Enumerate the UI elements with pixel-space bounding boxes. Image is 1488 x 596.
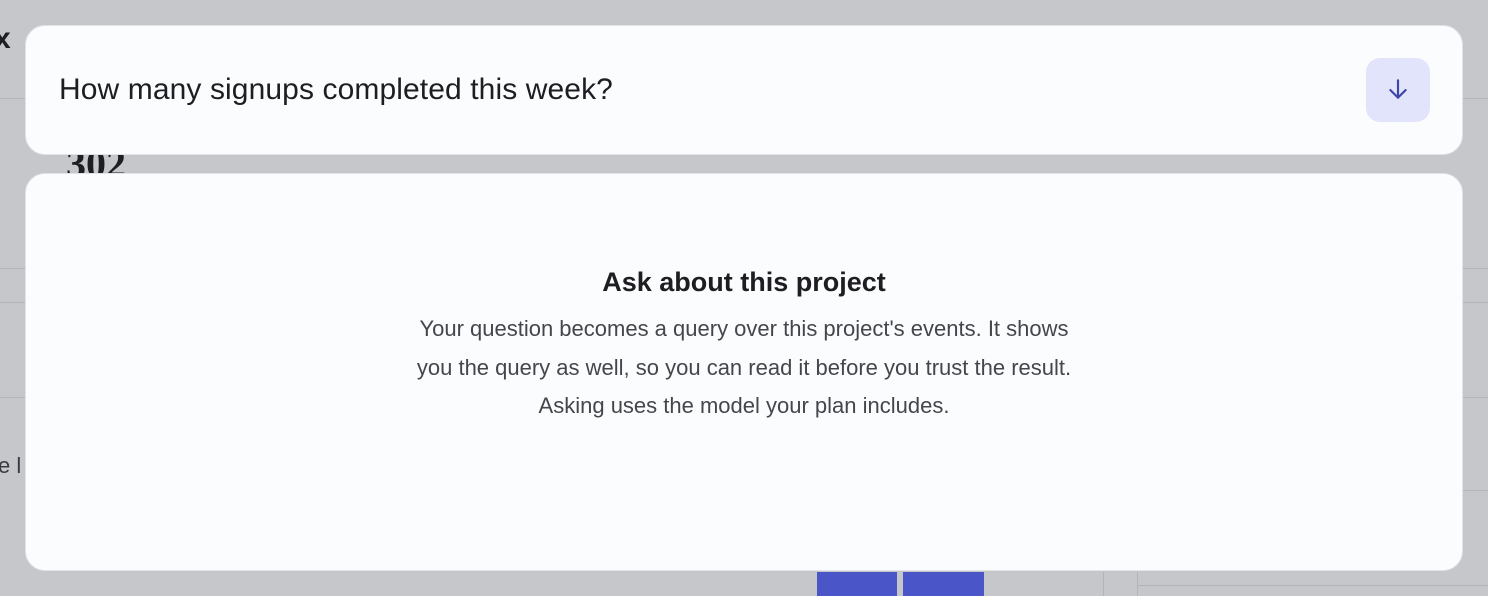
background-divider [1137, 572, 1138, 596]
background-divider [1138, 585, 1488, 586]
background-divider [1463, 302, 1488, 303]
background-divider [1463, 490, 1488, 491]
background-chart-bar [903, 572, 984, 596]
submit-question-button[interactable] [1366, 58, 1430, 122]
panel-description: Your question becomes a query over this … [416, 316, 1072, 418]
answer-panel: Ask about this project Your question bec… [25, 173, 1463, 571]
background-divider [0, 98, 25, 99]
background-divider [1463, 98, 1488, 99]
background-chart-bar [817, 572, 897, 596]
background-divider [1103, 572, 1104, 596]
background-divider [1463, 397, 1488, 398]
background-divider [0, 397, 25, 398]
background-snippet: e l [0, 453, 22, 478]
background-close-glyph: x [0, 22, 11, 55]
background-divider [0, 268, 25, 269]
panel-title: Ask about this project [602, 267, 886, 297]
question-bar: How many signups completed this week? [25, 25, 1463, 155]
background-divider [1463, 268, 1488, 269]
question-text[interactable]: How many signups completed this week? [59, 73, 613, 107]
background-divider [0, 302, 25, 303]
arrow-down-icon [1385, 76, 1411, 105]
